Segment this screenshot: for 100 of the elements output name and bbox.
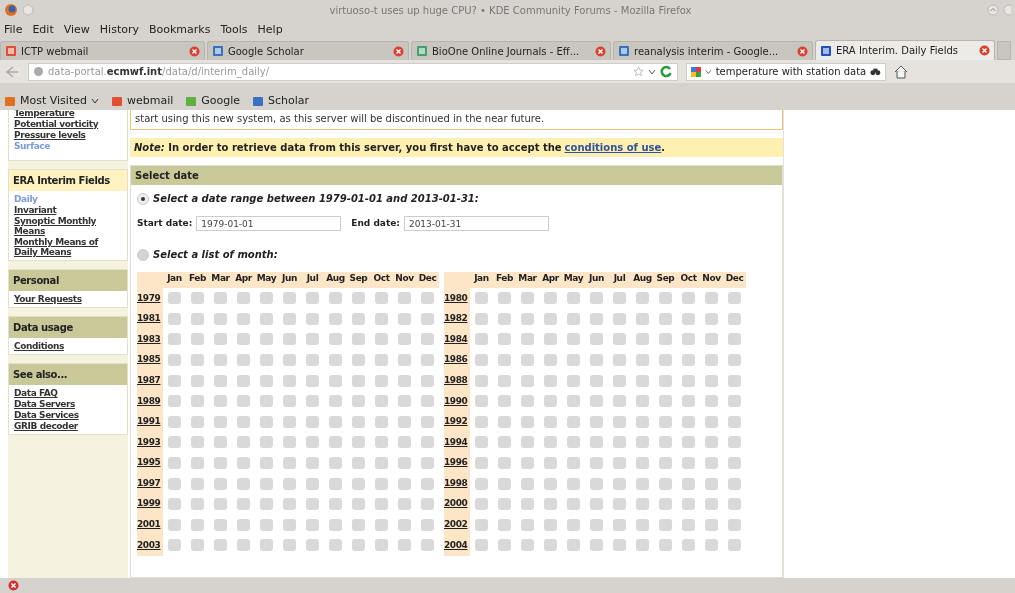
checkbox[interactable] [498, 395, 511, 408]
checkbox[interactable] [705, 477, 718, 490]
sidebar-link[interactable]: Potential vorticity [14, 119, 122, 129]
checkbox[interactable] [352, 415, 365, 428]
checkbox[interactable] [421, 518, 434, 531]
checkbox[interactable] [498, 415, 511, 428]
checkbox[interactable] [168, 374, 181, 387]
checkbox[interactable] [214, 374, 227, 387]
checkbox[interactable] [421, 457, 434, 470]
checkbox[interactable] [260, 333, 273, 346]
checkbox[interactable] [544, 395, 557, 408]
checkbox[interactable] [191, 518, 204, 531]
checkbox[interactable] [498, 436, 511, 449]
checkbox[interactable] [237, 518, 250, 531]
menu-item[interactable]: Bookmarks [149, 21, 211, 39]
checkbox[interactable] [521, 374, 534, 387]
checkbox[interactable] [168, 498, 181, 511]
checkbox[interactable] [191, 498, 204, 511]
tab[interactable]: ERA Interim. Daily Fields [815, 40, 995, 60]
checkbox[interactable] [475, 457, 488, 470]
checkbox[interactable] [375, 292, 388, 305]
checkbox[interactable] [306, 374, 319, 387]
checkbox[interactable] [398, 312, 411, 325]
checkbox[interactable] [306, 498, 319, 511]
checkbox[interactable] [728, 498, 741, 511]
checkbox[interactable] [214, 518, 227, 531]
checkbox[interactable] [283, 395, 296, 408]
checkbox[interactable] [475, 539, 488, 552]
checkbox[interactable] [260, 395, 273, 408]
binoculars-icon[interactable] [870, 66, 881, 77]
checkbox[interactable] [260, 374, 273, 387]
checkbox[interactable] [590, 395, 603, 408]
checkbox[interactable] [544, 354, 557, 367]
sidebar-link[interactable]: Invariant [14, 205, 122, 215]
checkbox[interactable] [544, 518, 557, 531]
checkbox[interactable] [521, 539, 534, 552]
menu-item[interactable]: Help [257, 21, 283, 39]
dropdown-icon[interactable] [705, 67, 712, 76]
checkbox[interactable] [283, 374, 296, 387]
checkbox[interactable] [237, 539, 250, 552]
checkbox[interactable] [567, 333, 580, 346]
checkbox[interactable] [475, 333, 488, 346]
checkbox[interactable] [375, 457, 388, 470]
checkbox[interactable] [590, 292, 603, 305]
checkbox[interactable] [283, 477, 296, 490]
checkbox[interactable] [283, 436, 296, 449]
checkbox[interactable] [398, 354, 411, 367]
checkbox[interactable] [544, 498, 557, 511]
checkbox[interactable] [636, 539, 649, 552]
checkbox[interactable] [398, 395, 411, 408]
checkbox[interactable] [544, 374, 557, 387]
checkbox[interactable] [398, 539, 411, 552]
checkbox[interactable] [567, 374, 580, 387]
checkbox[interactable] [191, 395, 204, 408]
checkbox[interactable] [283, 292, 296, 305]
checkbox[interactable] [214, 354, 227, 367]
tab[interactable]: ICTP webmail [0, 41, 205, 60]
tab[interactable]: Google Scholar [207, 41, 409, 60]
checkbox[interactable] [329, 457, 342, 470]
caret-icon[interactable] [90, 97, 99, 105]
checkbox[interactable] [237, 374, 250, 387]
checkbox[interactable] [237, 457, 250, 470]
checkbox[interactable] [659, 539, 672, 552]
checkbox[interactable] [237, 312, 250, 325]
checkbox[interactable] [375, 312, 388, 325]
checkbox[interactable] [590, 539, 603, 552]
checkbox[interactable] [498, 539, 511, 552]
checkbox[interactable] [544, 415, 557, 428]
tab[interactable]: reanalysis interim - Google... [613, 41, 813, 60]
radio-button[interactable] [137, 248, 149, 261]
checkbox[interactable] [352, 354, 365, 367]
checkbox[interactable] [659, 395, 672, 408]
checkbox[interactable] [590, 436, 603, 449]
checkbox[interactable] [191, 415, 204, 428]
checkbox[interactable] [168, 292, 181, 305]
error-icon[interactable] [8, 580, 19, 591]
checkbox[interactable] [728, 292, 741, 305]
checkbox[interactable] [544, 292, 557, 305]
checkbox[interactable] [168, 395, 181, 408]
checkbox[interactable] [682, 518, 695, 531]
checkbox[interactable] [636, 333, 649, 346]
checkbox[interactable] [544, 457, 557, 470]
checkbox[interactable] [613, 333, 626, 346]
checkbox[interactable] [705, 333, 718, 346]
checkbox[interactable] [260, 292, 273, 305]
checkbox[interactable] [352, 457, 365, 470]
checkbox[interactable] [636, 395, 649, 408]
checkbox[interactable] [260, 436, 273, 449]
checkbox[interactable] [682, 539, 695, 552]
checkbox[interactable] [475, 354, 488, 367]
checkbox[interactable] [475, 477, 488, 490]
checkbox[interactable] [728, 374, 741, 387]
date-field[interactable]: 1979-01-01 [196, 216, 342, 231]
new-tab-button[interactable] [997, 41, 1011, 60]
checkbox[interactable] [613, 354, 626, 367]
checkbox[interactable] [375, 415, 388, 428]
checkbox[interactable] [398, 498, 411, 511]
checkbox[interactable] [260, 539, 273, 552]
checkbox[interactable] [421, 415, 434, 428]
checkbox[interactable] [613, 312, 626, 325]
